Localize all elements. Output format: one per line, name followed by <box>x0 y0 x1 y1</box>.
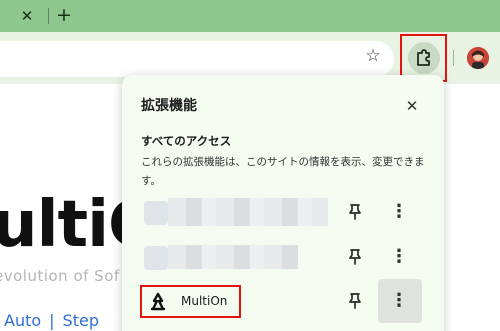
profile-avatar[interactable] <box>467 47 489 69</box>
page-subtitle: evolution of Sof <box>0 267 120 285</box>
link-step[interactable]: Step <box>63 311 99 330</box>
pin-icon[interactable] <box>344 246 366 268</box>
pin-icon[interactable] <box>344 201 366 223</box>
extension-name: MultiOn <box>181 294 228 308</box>
section-title: すべてのアクセス <box>141 134 232 148</box>
extension-row[interactable]: ⋮ <box>122 190 444 234</box>
avatar-image <box>467 47 489 69</box>
close-icon[interactable]: ✕ <box>401 95 423 117</box>
multion-logo-icon <box>148 292 168 312</box>
address-bar[interactable] <box>0 41 394 77</box>
more-options-icon[interactable]: ⋮ <box>388 198 410 226</box>
more-options-icon[interactable]: ⋮ <box>388 243 410 271</box>
extensions-button[interactable] <box>408 42 440 74</box>
pin-icon[interactable] <box>344 290 366 312</box>
extension-name-blurred <box>168 245 298 269</box>
link-auto[interactable]: Auto <box>4 311 41 330</box>
bookmark-star-icon[interactable]: ☆ <box>362 45 384 67</box>
tab-strip: ✕ + <box>0 0 500 32</box>
new-tab-button[interactable]: + <box>53 4 75 26</box>
extension-name-blurred <box>168 198 328 226</box>
extensions-popup: 拡張機能 ✕ すべてのアクセス これらの拡張機能は、このサイトの情報を表示、変更… <box>122 75 444 331</box>
extension-row[interactable]: ⋮ <box>122 235 444 279</box>
toolbar-separator <box>453 50 454 66</box>
popup-title: 拡張機能 <box>141 98 197 114</box>
extension-icon <box>144 246 168 270</box>
puzzle-icon <box>417 49 430 66</box>
link-divider: | <box>49 311 55 330</box>
more-options-icon[interactable]: ⋮ <box>388 287 410 315</box>
extension-row-multion[interactable]: MultiOn ⋮ <box>122 279 444 323</box>
tab-close-icon[interactable]: ✕ <box>16 6 38 26</box>
page-links: Auto | Step <box>4 311 99 330</box>
extension-icon <box>144 201 168 225</box>
section-description: これらの拡張機能は、このサイトの情報を表示、変更できます。 <box>141 156 425 187</box>
tab-separator <box>48 8 49 24</box>
